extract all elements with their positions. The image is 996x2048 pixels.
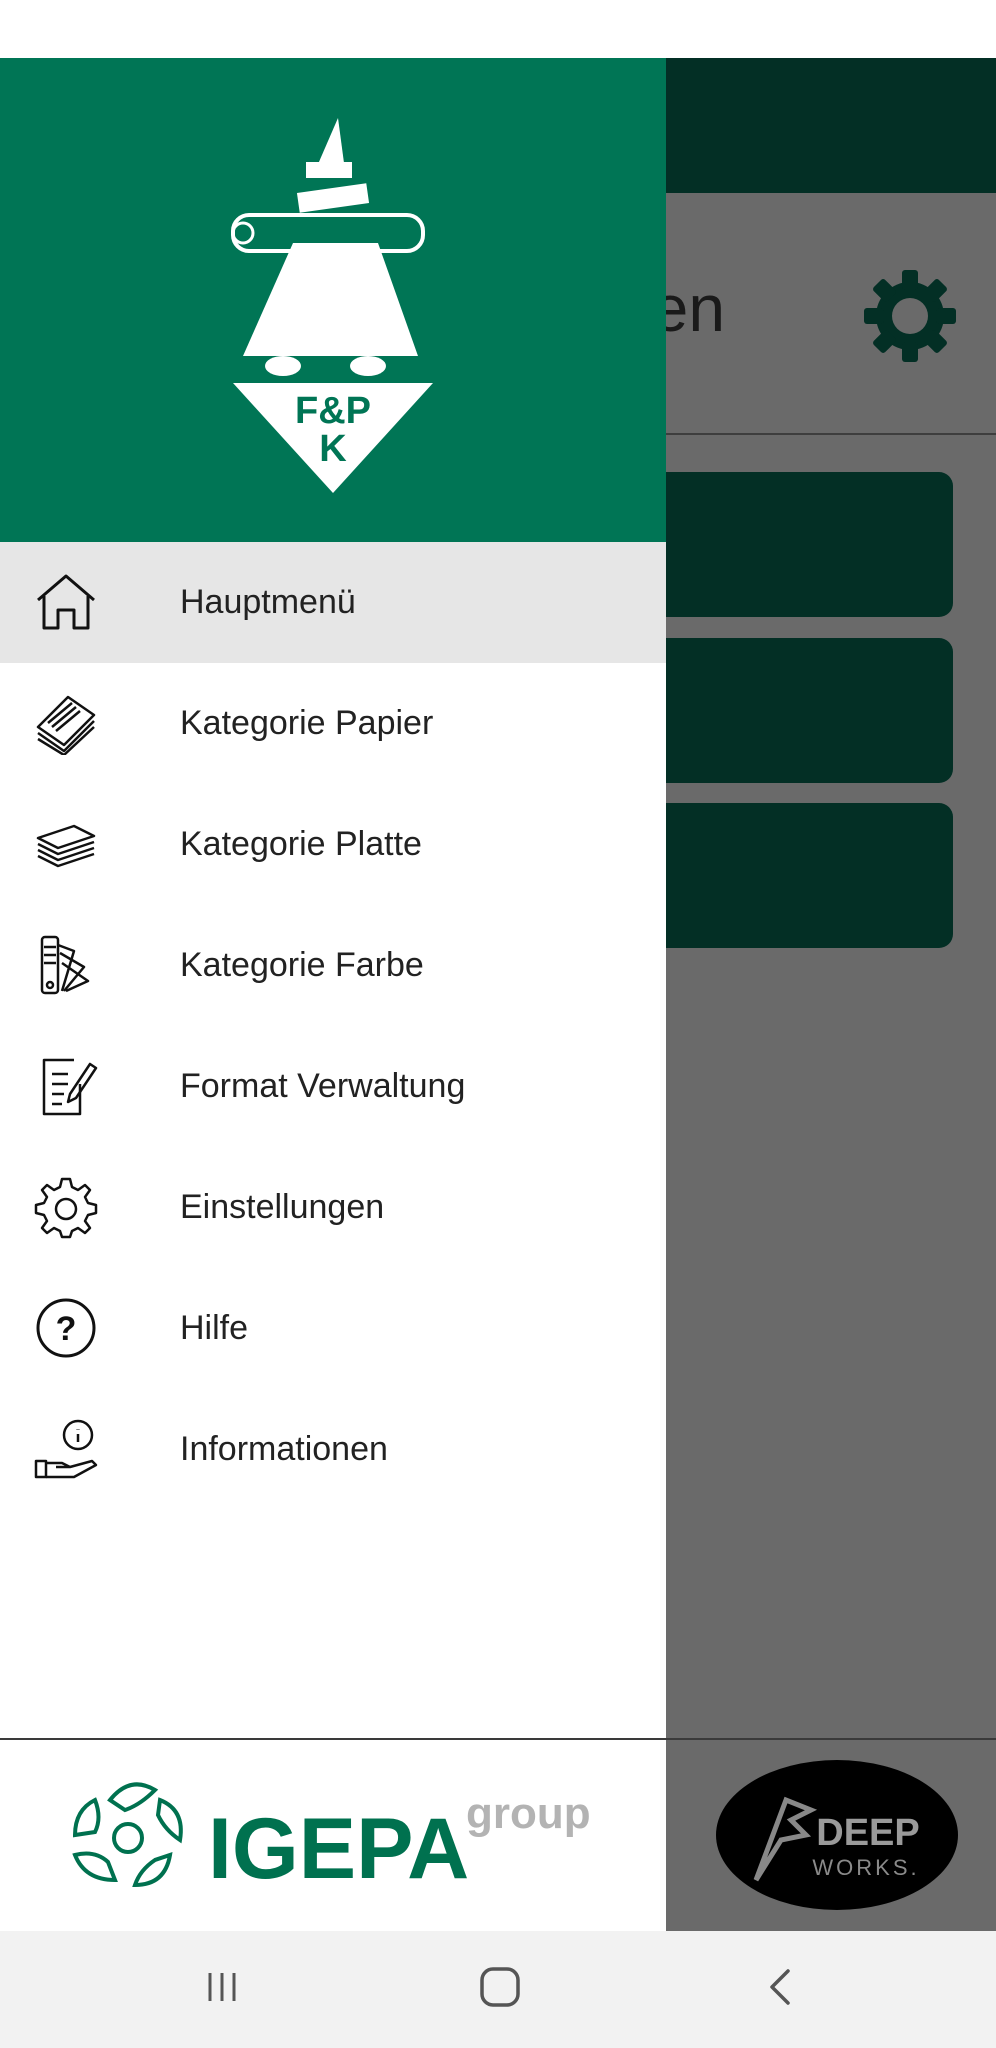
deep-works-line2: WORKS.	[812, 1855, 919, 1880]
gear-icon	[34, 1175, 98, 1239]
deep-works-line1: DEEP	[816, 1812, 919, 1854]
igepa-group-text: group	[466, 1789, 591, 1838]
board-stack-icon	[34, 812, 98, 876]
menu-item-label: Hauptmenü	[180, 583, 356, 621]
igepa-brand-text: IGEPA	[208, 1801, 469, 1897]
menu-item-label: Einstellungen	[180, 1188, 385, 1226]
back-button[interactable]	[720, 1931, 840, 2048]
color-swatch-icon	[34, 933, 98, 997]
menu-item-hauptmenu[interactable]: Hauptmenü	[0, 542, 666, 663]
menu-item-hilfe[interactable]: ? Hilfe	[0, 1268, 666, 1389]
background-card	[640, 472, 953, 617]
menu-item-label: Kategorie Papier	[180, 704, 434, 742]
back-icon	[760, 1965, 800, 2014]
help-icon: ?	[34, 1296, 98, 1360]
recent-apps-icon	[202, 1967, 242, 2012]
menu-item-kategorie-papier[interactable]: Kategorie Papier	[0, 663, 666, 784]
logo-text-k: K	[319, 428, 347, 470]
edit-document-icon	[34, 1054, 98, 1118]
drawer-footer-divider	[0, 1738, 666, 1740]
igepa-group-logo: IGEPA group	[70, 1770, 600, 1910]
menu-item-einstellungen[interactable]: Einstellungen	[0, 1147, 666, 1268]
system-navigation-bar	[0, 1931, 996, 2048]
info-hand-icon	[34, 1417, 98, 1481]
menu-item-kategorie-farbe[interactable]: Kategorie Farbe	[0, 905, 666, 1026]
background-settings-gear-icon	[860, 266, 960, 366]
home-button[interactable]	[440, 1931, 560, 2048]
logo-text-fp: F&P	[295, 390, 371, 432]
svg-text:?: ?	[56, 1310, 77, 1348]
menu-item-label: Hilfe	[180, 1309, 249, 1347]
menu-item-label: Format Verwaltung	[180, 1067, 466, 1105]
menu-item-label: Informationen	[180, 1430, 388, 1468]
menu-item-label: Kategorie Platte	[180, 825, 422, 863]
recent-apps-button[interactable]	[162, 1931, 282, 2048]
background-card	[640, 638, 953, 783]
menu-item-format-verwaltung[interactable]: Format Verwaltung	[0, 1026, 666, 1147]
menu-item-label: Kategorie Farbe	[180, 946, 424, 984]
navigation-drawer: F&P K Hauptmenü Kategorie Papier Kategor…	[0, 58, 666, 1931]
menu-item-kategorie-platte[interactable]: Kategorie Platte	[0, 784, 666, 905]
drawer-header: F&P K	[0, 58, 666, 542]
background-card	[640, 803, 953, 948]
deep-works-logo: DEEP WORKS.	[716, 1760, 958, 1910]
fpk-mascot-logo: F&P K	[228, 118, 438, 498]
home-icon	[34, 570, 98, 634]
paper-stack-icon	[34, 691, 98, 755]
home-button-icon	[478, 1965, 522, 2014]
menu-item-informationen[interactable]: Informationen	[0, 1389, 666, 1510]
